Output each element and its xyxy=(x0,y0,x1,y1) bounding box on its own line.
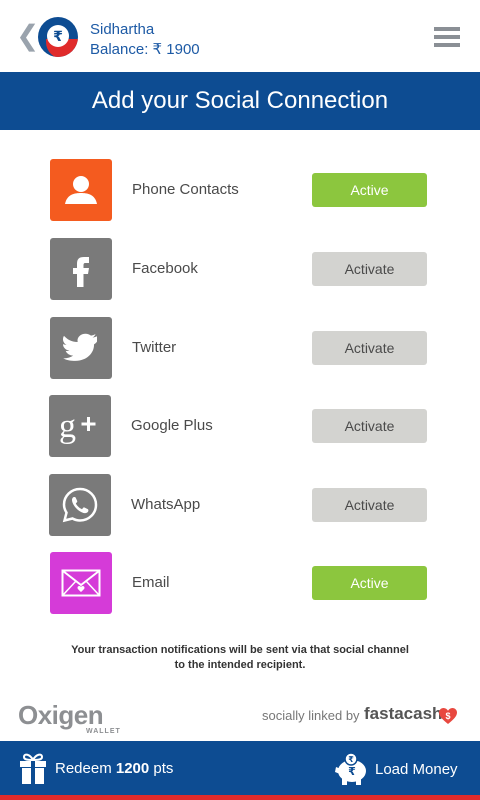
connection-label: Google Plus xyxy=(131,417,213,434)
hamburger-menu-icon[interactable] xyxy=(434,27,460,49)
facebook-activate-button[interactable]: Activate xyxy=(312,252,427,286)
wallet-wordmark: WALLET xyxy=(86,728,121,735)
piggy-bank-icon: ₹ ₹ xyxy=(335,752,366,785)
back-chevron-icon[interactable]: ❮ xyxy=(16,22,39,50)
connection-label: WhatsApp xyxy=(131,496,201,513)
whatsapp-activate-button[interactable]: Activate xyxy=(312,488,427,522)
oxigen-logo-icon: ₹ xyxy=(38,17,78,57)
connection-row-phone-contacts: Phone Contacts Active xyxy=(0,159,480,221)
fastacash-wordmark: fastacash xyxy=(364,704,443,723)
redeem-label: Redeem xyxy=(55,760,112,777)
connection-row-facebook: Facebook Activate xyxy=(0,238,480,300)
bottom-accent-line xyxy=(0,795,480,800)
twitter-activate-button[interactable]: Activate xyxy=(312,331,427,365)
socially-linked-text: socially linked by xyxy=(262,708,360,723)
svg-text:$: $ xyxy=(445,711,450,721)
user-name: Sidhartha xyxy=(90,21,155,38)
email-icon xyxy=(50,552,112,614)
app-header: ❮ ₹ Sidhartha Balance: ₹ 1900 xyxy=(0,0,480,72)
balance-label: Balance: xyxy=(90,41,149,58)
svg-text:₹: ₹ xyxy=(348,765,356,778)
phone-contacts-status-button[interactable]: Active xyxy=(312,173,427,207)
gift-icon xyxy=(20,753,46,784)
page-title: Add your Social Connection xyxy=(0,72,480,130)
oxigen-wordmark: Oxigen xyxy=(18,700,104,730)
balance-value: ₹ 1900 xyxy=(152,41,200,58)
redeem-points-value: 1200 xyxy=(115,760,150,777)
connection-label: Phone Contacts xyxy=(132,181,239,198)
connection-label: Email xyxy=(132,574,170,591)
whatsapp-icon xyxy=(49,474,111,536)
notification-note: Your transaction notifications will be s… xyxy=(71,644,409,671)
connection-row-google-plus: g Google Plus Activate xyxy=(0,395,480,457)
email-status-button[interactable]: Active xyxy=(312,566,427,600)
svg-text:₹: ₹ xyxy=(348,755,354,764)
twitter-icon xyxy=(50,317,112,379)
svg-text:g: g xyxy=(59,408,76,445)
connection-row-twitter: Twitter Activate xyxy=(0,317,480,379)
facebook-icon xyxy=(50,238,112,300)
user-info: Sidhartha Balance: ₹ 1900 xyxy=(90,20,200,60)
connection-label: Facebook xyxy=(132,260,198,277)
redeem-points-button[interactable]: Redeem 1200 pts xyxy=(18,752,198,786)
load-money-label: Load Money xyxy=(375,761,458,778)
connection-row-whatsapp: WhatsApp Activate xyxy=(0,474,480,536)
google-plus-activate-button[interactable]: Activate xyxy=(312,409,427,443)
redeem-points-unit: pts xyxy=(153,760,174,777)
load-money-button[interactable]: ₹ ₹ Load Money xyxy=(332,752,472,786)
connection-label: Twitter xyxy=(132,339,177,356)
fastacash-heart-icon: $ xyxy=(439,708,457,724)
connection-row-email: Email Active xyxy=(0,552,480,614)
contact-icon xyxy=(50,159,112,221)
google-plus-icon: g xyxy=(49,395,111,457)
balance: Balance: ₹ 1900 xyxy=(90,40,200,60)
